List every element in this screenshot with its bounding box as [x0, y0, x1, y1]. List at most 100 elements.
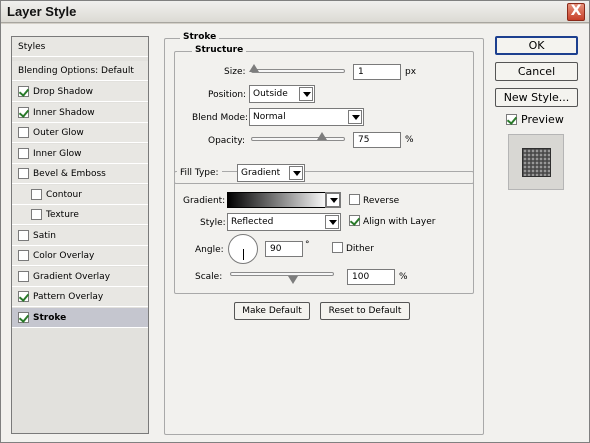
- inner-shadow-label: Inner Shadow: [33, 108, 95, 118]
- opacity-slider-thumb[interactable]: [317, 132, 327, 140]
- size-slider-thumb[interactable]: [249, 64, 259, 72]
- preview-swatch: [522, 148, 551, 177]
- layer-style-dialog: Layer Style X Styles Blending Options: D…: [0, 0, 590, 443]
- scale-slider[interactable]: [230, 272, 334, 276]
- styles-panel: Styles Blending Options: Default Drop Sh…: [11, 36, 149, 434]
- blending-options-item[interactable]: Blending Options: Default: [12, 61, 148, 81]
- stroke-group-title: Stroke: [180, 32, 220, 42]
- blend-mode-select[interactable]: Normal: [249, 108, 364, 126]
- chevron-down-icon[interactable]: [289, 166, 303, 180]
- dither-checkbox[interactable]: [332, 242, 343, 253]
- style-item-stroke[interactable]: Stroke: [12, 308, 148, 328]
- chevron-down-icon[interactable]: [325, 215, 339, 229]
- chevron-down-icon[interactable]: [326, 193, 340, 207]
- cancel-button[interactable]: Cancel: [495, 62, 578, 81]
- reset-to-default-button[interactable]: Reset to Default: [320, 302, 410, 320]
- pattern-overlay-checkbox[interactable]: [18, 291, 29, 302]
- fill-type-value: Gradient: [241, 168, 281, 178]
- outer-glow-checkbox[interactable]: [18, 127, 29, 138]
- gradient-style-value: Reflected: [231, 217, 274, 227]
- size-slider[interactable]: [251, 69, 345, 73]
- inner-glow-label: Inner Glow: [33, 149, 82, 159]
- style-item-inner-shadow[interactable]: Inner Shadow: [12, 103, 148, 123]
- dither-label: Dither: [346, 244, 374, 254]
- size-unit: px: [405, 67, 417, 77]
- scale-label: Scale:: [195, 272, 223, 282]
- align-with-layer-label: Align with Layer: [363, 217, 436, 227]
- angle-label: Angle:: [195, 245, 224, 255]
- gradient-dropdown[interactable]: [325, 192, 341, 208]
- new-style-button[interactable]: New Style...: [495, 88, 578, 107]
- inner-glow-checkbox[interactable]: [18, 148, 29, 159]
- contour-checkbox[interactable]: [31, 189, 42, 200]
- bevel-emboss-checkbox[interactable]: [18, 168, 29, 179]
- pattern-overlay-label: Pattern Overlay: [33, 292, 104, 302]
- angle-input[interactable]: 90: [265, 241, 303, 257]
- make-default-button[interactable]: Make Default: [234, 302, 310, 320]
- dialog-title: Layer Style: [7, 4, 77, 19]
- blending-options-label: Blending Options: Default: [18, 66, 134, 76]
- scale-unit: %: [399, 272, 408, 282]
- stroke-checkbox[interactable]: [18, 312, 29, 323]
- scale-input[interactable]: 100: [347, 269, 395, 285]
- contour-label: Contour: [46, 190, 82, 200]
- inner-shadow-checkbox[interactable]: [18, 107, 29, 118]
- fill-type-select[interactable]: Gradient: [237, 164, 305, 182]
- texture-label: Texture: [46, 210, 79, 220]
- satin-checkbox[interactable]: [18, 230, 29, 241]
- align-with-layer-checkbox[interactable]: [349, 215, 360, 226]
- blend-mode-label: Blend Mode:: [192, 113, 249, 123]
- stroke-label: Stroke: [33, 313, 67, 323]
- style-item-gradient-overlay[interactable]: Gradient Overlay: [12, 267, 148, 287]
- opacity-input[interactable]: 75: [353, 132, 401, 148]
- blend-mode-value: Normal: [253, 112, 286, 122]
- style-item-bevel-emboss[interactable]: Bevel & Emboss: [12, 164, 148, 184]
- style-item-texture[interactable]: Texture: [12, 205, 148, 225]
- gradient-overlay-checkbox[interactable]: [18, 271, 29, 282]
- style-label: Style:: [200, 218, 226, 228]
- gradient-style-select[interactable]: Reflected: [227, 213, 341, 231]
- bevel-emboss-label: Bevel & Emboss: [33, 169, 106, 179]
- chevron-down-icon[interactable]: [348, 110, 362, 124]
- drop-shadow-label: Drop Shadow: [33, 87, 94, 97]
- gradient-label: Gradient:: [183, 196, 226, 206]
- drop-shadow-checkbox[interactable]: [18, 86, 29, 97]
- fill-type-label: Fill Type:: [177, 168, 222, 178]
- color-overlay-checkbox[interactable]: [18, 250, 29, 261]
- opacity-label: Opacity:: [208, 136, 245, 146]
- preview-thumbnail: [508, 134, 564, 190]
- angle-dial[interactable]: [228, 234, 258, 264]
- satin-label: Satin: [33, 231, 56, 241]
- styles-header-label: Styles: [18, 42, 46, 52]
- style-item-satin[interactable]: Satin: [12, 226, 148, 246]
- style-item-drop-shadow[interactable]: Drop Shadow: [12, 82, 148, 102]
- style-item-pattern-overlay[interactable]: Pattern Overlay: [12, 287, 148, 307]
- reverse-label: Reverse: [363, 196, 400, 206]
- texture-checkbox[interactable]: [31, 209, 42, 220]
- outer-glow-label: Outer Glow: [33, 128, 84, 138]
- opacity-slider[interactable]: [251, 137, 345, 141]
- preview-checkbox[interactable]: [506, 114, 517, 125]
- size-input[interactable]: 1: [353, 64, 401, 80]
- gradient-picker[interactable]: [227, 192, 329, 208]
- close-button[interactable]: X: [567, 3, 585, 21]
- reverse-checkbox[interactable]: [349, 194, 360, 205]
- size-label: Size:: [224, 67, 246, 77]
- position-select[interactable]: Outside: [249, 85, 315, 103]
- structure-group-title: Structure: [192, 45, 247, 55]
- color-overlay-label: Color Overlay: [33, 251, 95, 261]
- gradient-overlay-label: Gradient Overlay: [33, 272, 111, 282]
- angle-unit: °: [305, 240, 310, 250]
- preview-label: Preview: [521, 113, 564, 126]
- style-item-color-overlay[interactable]: Color Overlay: [12, 246, 148, 266]
- style-item-outer-glow[interactable]: Outer Glow: [12, 123, 148, 143]
- scale-slider-thumb[interactable]: [289, 276, 298, 284]
- chevron-down-icon[interactable]: [299, 87, 313, 101]
- title-bar: Layer Style X: [1, 1, 589, 23]
- style-item-contour[interactable]: Contour: [12, 185, 148, 205]
- ok-button[interactable]: OK: [495, 36, 578, 55]
- style-item-inner-glow[interactable]: Inner Glow: [12, 144, 148, 164]
- dialog-body: Styles Blending Options: Default Drop Sh…: [1, 24, 589, 442]
- styles-header[interactable]: Styles: [12, 37, 148, 57]
- position-label: Position:: [208, 90, 247, 100]
